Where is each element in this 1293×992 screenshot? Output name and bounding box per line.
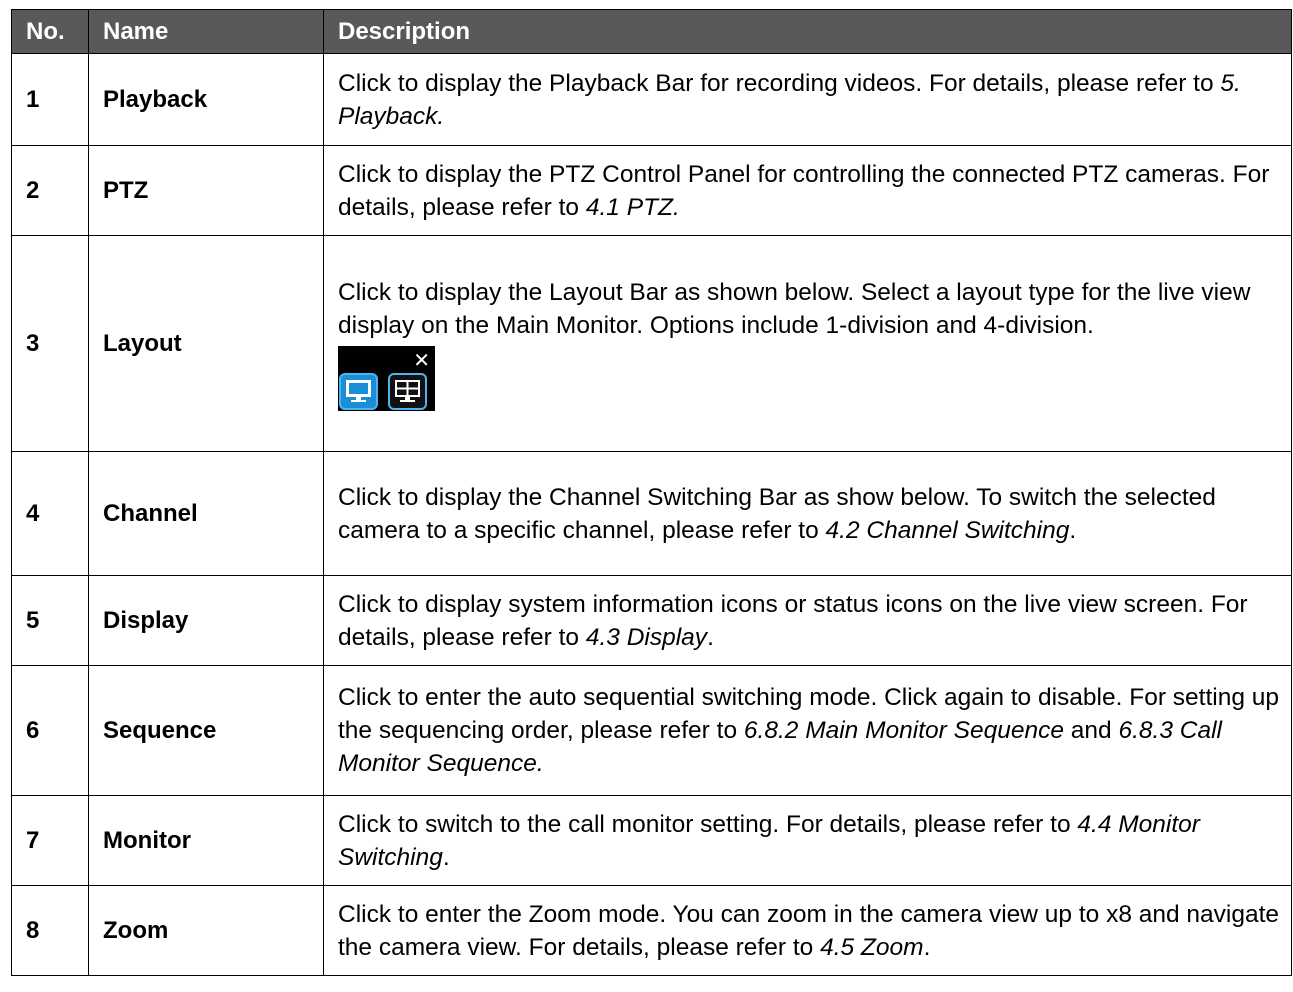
table-row: 8 Zoom Click to enter the Zoom mode. You… (11, 885, 1292, 976)
row-description: Click to display the Playback Bar for re… (323, 53, 1292, 146)
row-description: Click to display the PTZ Control Panel f… (323, 145, 1292, 236)
row-name: PTZ (88, 145, 324, 236)
section-reference: 4.2 Channel Switching (825, 516, 1070, 544)
row-number: 1 (11, 53, 89, 146)
row-description: Click to switch to the call monitor sett… (323, 795, 1292, 886)
section-reference: 6.8.2 Main Monitor Sequence (743, 717, 1064, 744)
row-name: Sequence (88, 665, 324, 796)
single-division-icon (339, 373, 378, 410)
description-tail: . (442, 843, 450, 871)
description-text: Click to display the Channel Switching B… (338, 483, 1216, 544)
table-row: 1 Playback Click to display the Playback… (11, 53, 1292, 146)
table-row: 4 Channel Click to display the Channel S… (11, 451, 1292, 576)
quad-division-icon (388, 373, 427, 410)
table-row: 7 Monitor Click to switch to the call mo… (11, 795, 1292, 886)
row-name: Playback (88, 53, 324, 146)
row-description: Click to display the Channel Switching B… (323, 451, 1292, 576)
description-tail: . (707, 623, 714, 651)
row-number: 4 (11, 451, 89, 576)
row-name: Monitor (88, 795, 324, 886)
description-text: Click to display the Playback Bar for re… (338, 69, 1221, 97)
row-description: Click to display the Layout Bar as shown… (323, 235, 1292, 452)
table-row: 5 Display Click to display system inform… (11, 575, 1292, 666)
description-text: Click to display the Layout Bar as shown… (338, 279, 1251, 339)
row-number: 7 (11, 795, 89, 886)
row-number: 2 (11, 145, 89, 236)
row-number: 8 (11, 885, 89, 976)
row-description: Click to display system information icon… (323, 575, 1292, 666)
header-name: Name (88, 9, 324, 54)
table-row: 3 Layout Click to display the Layout Bar… (11, 235, 1292, 452)
description-conjunction: and (1063, 717, 1119, 744)
description-text: Click to enter the Zoom mode. You can zo… (338, 900, 1280, 961)
row-number: 6 (11, 665, 89, 796)
description-tail: . (923, 933, 931, 961)
section-reference: 4.3 Display (585, 623, 708, 651)
header-no: No. (11, 9, 89, 54)
row-name: Channel (88, 451, 324, 576)
row-name: Zoom (88, 885, 324, 976)
row-name: Layout (88, 235, 324, 452)
description-text: Click to switch to the call monitor sett… (338, 810, 1078, 838)
feature-table: No. Name Description 1 Playback Click to… (11, 9, 1292, 976)
header-row: No. Name Description (11, 9, 1292, 54)
description-text: Click to display system information icon… (338, 590, 1248, 651)
description-text: Click to display the PTZ Control Panel f… (338, 160, 1270, 221)
header-description: Description (323, 9, 1292, 54)
description-tail: . (1069, 516, 1077, 544)
section-reference: 4.1 PTZ. (585, 193, 680, 221)
row-description: Click to enter the Zoom mode. You can zo… (323, 885, 1292, 976)
row-number: 5 (11, 575, 89, 666)
table-row: 6 Sequence Click to enter the auto seque… (11, 665, 1292, 796)
row-number: 3 (11, 235, 89, 452)
row-description: Click to enter the auto sequential switc… (323, 665, 1292, 796)
table-row: 2 PTZ Click to display the PTZ Control P… (11, 145, 1292, 236)
section-reference: 4.5 Zoom (820, 933, 924, 961)
row-name: Display (88, 575, 324, 666)
layout-bar-image: ✕ (338, 346, 435, 411)
